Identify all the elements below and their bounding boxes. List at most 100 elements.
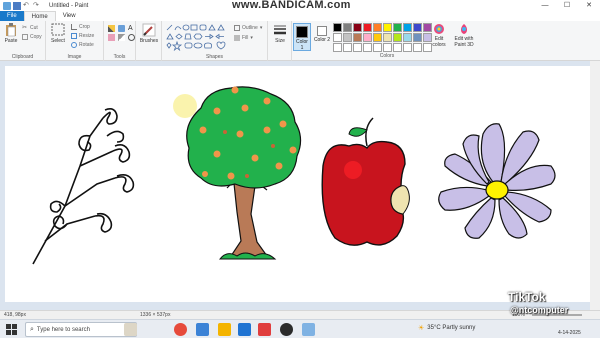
size-icon (274, 25, 286, 35)
tiktok-watermark: TikTok (508, 290, 546, 304)
brushes-button[interactable]: Brushes (138, 23, 160, 44)
search-icon: ⌕ (30, 325, 34, 333)
drawing-canvas[interactable] (5, 66, 593, 302)
outline-label: Outline (242, 25, 258, 31)
palette-swatch[interactable] (383, 43, 392, 52)
cut-button[interactable]: ✂ Cut (22, 25, 38, 31)
color-1-selector[interactable]: Color 1 (293, 23, 311, 51)
cut-icon: ✂ (22, 25, 28, 31)
size-group: Size (268, 21, 292, 61)
select-button[interactable]: Select (49, 23, 67, 44)
edge-icon[interactable] (196, 323, 209, 336)
palette-swatch[interactable] (343, 23, 352, 32)
weather-widget[interactable]: ☀ 35°C Partly sunny (418, 324, 475, 332)
taskbar-date: 4-14-2025 (558, 330, 581, 336)
sun-icon: ☀ (418, 325, 425, 332)
size-button[interactable]: Size (270, 23, 290, 44)
windows-start-icon[interactable] (6, 324, 17, 335)
shapes-gallery[interactable] (165, 23, 231, 51)
close-button[interactable]: ✕ (578, 0, 600, 11)
color-2-selector[interactable]: Color 2 (313, 23, 331, 51)
palette-swatch[interactable] (403, 33, 412, 42)
palette-swatch[interactable] (403, 23, 412, 32)
palette-swatch[interactable] (383, 23, 392, 32)
chrome-icon[interactable] (174, 323, 187, 336)
fill-icon[interactable] (118, 25, 125, 32)
palette-swatch[interactable] (413, 23, 422, 32)
redo-icon[interactable]: ↷ (33, 2, 41, 10)
color-1-swatch (296, 26, 308, 38)
paint-taskbar-icon[interactable] (302, 323, 315, 336)
save-icon[interactable] (13, 1, 21, 10)
rotate-button[interactable]: Rotate (71, 42, 94, 48)
color-2-swatch (317, 26, 327, 36)
palette-swatch[interactable] (353, 23, 362, 32)
resize-button[interactable]: Resize (71, 33, 94, 39)
mail-icon[interactable] (258, 323, 271, 336)
tab-view[interactable]: View (56, 11, 83, 21)
rotate-label: Rotate (79, 42, 94, 48)
crop-button[interactable]: Crop (71, 24, 90, 30)
shapes-group-label: Shapes (206, 54, 223, 60)
eraser-icon[interactable] (108, 34, 115, 41)
palette-swatch[interactable] (393, 43, 402, 52)
magnifier-icon[interactable] (128, 34, 135, 41)
canvas-size: 1336 × 537px (140, 312, 171, 318)
vertical-scrollbar[interactable] (590, 61, 600, 310)
minimize-button[interactable]: — (534, 0, 556, 11)
wizard-icon[interactable] (124, 323, 137, 336)
palette-swatch[interactable] (403, 43, 412, 52)
palette-swatch[interactable] (343, 43, 352, 52)
tab-home[interactable]: Home (23, 11, 56, 21)
edit-colors-button[interactable]: Edit colors (431, 23, 447, 48)
palette-swatch[interactable] (333, 43, 342, 52)
apple-drawing (321, 117, 410, 246)
cursor-position: 418, 98px (4, 312, 26, 318)
tab-file[interactable]: File (0, 11, 24, 21)
palette-swatch[interactable] (383, 33, 392, 42)
copy-button[interactable]: Copy (22, 34, 42, 40)
palette-swatch[interactable] (333, 33, 342, 42)
palette-swatch[interactable] (373, 43, 382, 52)
palette-swatch[interactable] (393, 23, 402, 32)
palette-swatch[interactable] (373, 33, 382, 42)
rotate-icon (71, 42, 77, 48)
recorder-icon[interactable] (280, 323, 293, 336)
color-wheel-icon (434, 24, 444, 34)
image-group-label: Image (67, 54, 82, 60)
palette-swatch[interactable] (413, 33, 422, 42)
palette-swatch[interactable] (363, 43, 372, 52)
palette-swatch[interactable] (353, 33, 362, 42)
crop-icon (71, 24, 77, 30)
palette-swatch[interactable] (413, 43, 422, 52)
store-icon[interactable] (238, 323, 251, 336)
brushes-group: Brushes (136, 21, 162, 61)
color-picker-icon[interactable] (118, 34, 125, 41)
taskbar-search[interactable]: ⌕ Type here to search (25, 322, 137, 337)
clipboard-group-label: Clipboard (11, 54, 34, 60)
file-explorer-icon[interactable] (218, 323, 231, 336)
paste-label: Paste (4, 38, 18, 44)
paste-icon (6, 23, 16, 37)
bandicam-watermark: www.BANDICAM.com (232, 0, 351, 11)
palette-swatch[interactable] (363, 33, 372, 42)
palette-swatch[interactable] (353, 43, 362, 52)
taskbar: ⌕ Type here to search ☀ 35°C Partly sunn… (0, 319, 600, 338)
palette-swatch[interactable] (373, 23, 382, 32)
tools-group-label: Tools (113, 54, 126, 60)
title-bar: ↶ ↷ Untitled - Paint www.BANDICAM.com — … (0, 0, 600, 11)
fill-dropdown[interactable]: Fill ▾ (234, 35, 253, 41)
edit-paint3d-button[interactable]: Edit with Paint 3D (452, 23, 476, 48)
outline-dropdown[interactable]: Outline ▾ (234, 25, 262, 31)
palette-swatch[interactable] (333, 23, 342, 32)
palette-swatch[interactable] (393, 33, 402, 42)
palette-swatch[interactable] (363, 23, 372, 32)
undo-icon[interactable]: ↶ (23, 2, 31, 10)
paste-button[interactable]: Paste (3, 23, 19, 44)
palette-swatch[interactable] (343, 33, 352, 42)
text-icon[interactable]: A (128, 25, 135, 32)
maximize-button[interactable]: ☐ (556, 0, 578, 11)
copy-label: Copy (30, 34, 42, 40)
pencil-icon[interactable] (108, 25, 115, 32)
weather-text: 35°C Partly sunny (427, 325, 476, 331)
